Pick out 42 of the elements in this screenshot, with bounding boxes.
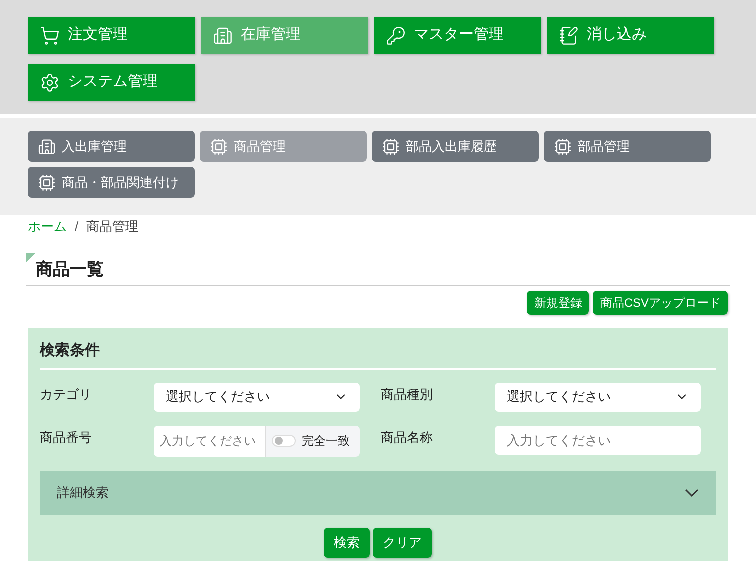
toggle-switch[interactable] xyxy=(272,435,296,447)
chevron-down-icon xyxy=(685,488,699,496)
search-button[interactable]: クリア xyxy=(373,528,432,558)
building-icon xyxy=(213,26,233,46)
chip-icon xyxy=(554,138,572,156)
action-button[interactable]: 新規登録 xyxy=(527,291,590,315)
action-button[interactable]: 商品CSVアップロード xyxy=(593,291,728,315)
advanced-search-toggle[interactable]: 詳細検索 xyxy=(40,470,716,514)
field-label: 商品番号 xyxy=(40,428,93,446)
sub-nav-tab[interactable]: 部品入出庫履歴 xyxy=(372,131,539,162)
chip-icon xyxy=(38,174,56,192)
gear-icon xyxy=(40,72,60,92)
corner-mark-icon xyxy=(26,253,36,263)
sub-nav-tab[interactable]: 商品管理 xyxy=(200,131,367,162)
breadcrumb-separator: / xyxy=(75,218,79,236)
key-icon xyxy=(386,26,406,46)
chip-icon xyxy=(210,138,228,156)
building-icon xyxy=(38,138,56,156)
main-nav-tab[interactable]: マスター管理 xyxy=(374,17,541,54)
chip-icon xyxy=(382,138,400,156)
main-nav-tab[interactable]: 在庫管理 xyxy=(201,17,368,54)
field-label: 商品種別 xyxy=(381,386,434,404)
page-title: 商品一覧 xyxy=(36,259,104,281)
input-field[interactable]: 入力してください xyxy=(154,426,266,456)
sub-nav-tab[interactable]: 入出庫管理 xyxy=(28,131,195,162)
breadcrumb-link[interactable]: ホーム xyxy=(28,217,67,237)
select-field[interactable]: 選択してください xyxy=(495,382,701,412)
cart-icon xyxy=(40,26,60,46)
main-nav-tab[interactable]: 注文管理 xyxy=(28,17,195,54)
sub-nav-tab[interactable]: 商品・部品関連付け xyxy=(28,167,195,198)
input-field[interactable]: 入力してください xyxy=(495,426,701,454)
field-label: 商品名称 xyxy=(381,428,434,446)
notebook-icon xyxy=(559,26,579,46)
main-nav-tab[interactable]: 消し込み xyxy=(547,17,714,54)
search-button[interactable]: 検索 xyxy=(324,528,370,558)
field-label: カテゴリ xyxy=(40,386,93,404)
sub-nav-tab[interactable]: 部品管理 xyxy=(544,131,711,162)
main-nav-tab[interactable]: システム管理 xyxy=(28,64,195,101)
select-field[interactable]: 選択してください xyxy=(154,382,360,412)
toggle-label: 完全一致 xyxy=(302,433,350,450)
breadcrumb-current: 商品管理 xyxy=(86,218,139,236)
panel-title: 検索条件 xyxy=(40,340,716,370)
